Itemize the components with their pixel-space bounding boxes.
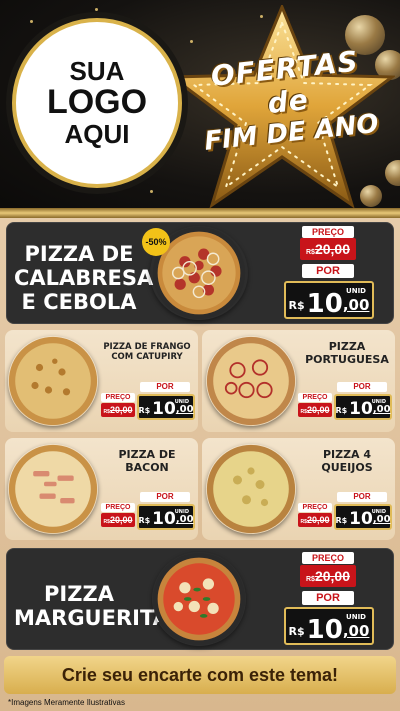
old-price: R$20,00 bbox=[300, 238, 356, 260]
product-name-line: QUEIJOS bbox=[321, 461, 373, 475]
old-price-value: 20,00 bbox=[314, 241, 350, 257]
old-currency: R$ bbox=[306, 249, 315, 256]
new-price-label: POR bbox=[140, 382, 190, 392]
currency-symbol: R$ bbox=[138, 516, 151, 525]
unit-label: UNID bbox=[346, 287, 366, 295]
pizza-4-queijos-image bbox=[206, 444, 296, 534]
header-banner: SUA LOGO AQUI OFERTAS de FIM DE ANO bbox=[0, 0, 400, 215]
product-name-line: PIZZA bbox=[328, 340, 366, 353]
old-price-value: 20,00 bbox=[314, 568, 350, 584]
old-price-label: PREÇO bbox=[101, 503, 135, 512]
product-name-line: PIZZA DE bbox=[24, 242, 134, 266]
price-decimal: ,00 bbox=[372, 514, 391, 525]
pizza-frango-image bbox=[8, 336, 98, 426]
unit-label: UNID bbox=[174, 509, 189, 515]
price-decimal: ,00 bbox=[175, 404, 194, 415]
product-name-line: CALABRESA bbox=[14, 266, 154, 291]
price-decimal: ,00 bbox=[372, 404, 391, 415]
currency-symbol: R$ bbox=[288, 625, 305, 638]
old-price: R$20,00 bbox=[298, 513, 332, 527]
product-name-line: PIZZA 4 bbox=[322, 448, 372, 461]
new-price: UNID R$ 10,00 bbox=[284, 281, 374, 319]
price-integer: 10 bbox=[349, 509, 373, 529]
product-name-line: PIZZA DE bbox=[118, 448, 176, 461]
old-price-value: 20,00 bbox=[109, 515, 133, 525]
pizza-bacon-image bbox=[8, 444, 98, 534]
product-name-line: BACON bbox=[125, 461, 169, 475]
currency-symbol: R$ bbox=[335, 516, 348, 525]
logo-placeholder: SUA LOGO AQUI bbox=[12, 18, 182, 188]
featured-bottom-name: PIZZA MARGUERITA bbox=[14, 582, 169, 630]
new-price: UNID R$ 10,00 bbox=[334, 394, 392, 420]
currency-symbol: R$ bbox=[288, 299, 305, 312]
old-price-value: 20,00 bbox=[306, 515, 330, 525]
logo-text-line1: SUA bbox=[69, 55, 125, 86]
new-price-label: POR bbox=[302, 591, 354, 605]
unit-label: UNID bbox=[174, 399, 189, 405]
new-price-label: POR bbox=[337, 492, 387, 502]
old-price: R$20,00 bbox=[101, 513, 135, 527]
new-price: UNID R$ 10,00 bbox=[137, 504, 195, 530]
old-price: R$20,00 bbox=[298, 403, 332, 417]
sparkle bbox=[30, 20, 33, 23]
old-price: R$20,00 bbox=[300, 565, 356, 587]
product-name-line: PIZZA bbox=[44, 582, 114, 606]
currency-symbol: R$ bbox=[138, 406, 151, 415]
unit-label: UNID bbox=[371, 509, 386, 515]
disclaimer-text: *Imagens Meramente Ilustrativas bbox=[8, 698, 125, 707]
price-decimal: ,00 bbox=[175, 514, 194, 525]
banner-title: OFERTAS de FIM DE ANO bbox=[193, 43, 382, 157]
product-name-line: MARGUERITA bbox=[14, 606, 169, 631]
new-price: UNID R$ 10,00 bbox=[334, 504, 392, 530]
new-price-label: POR bbox=[302, 264, 354, 278]
new-price: UNID R$ 10,00 bbox=[284, 607, 374, 645]
discount-badge: -50% bbox=[142, 228, 170, 256]
pizza-portuguesa-image bbox=[206, 336, 296, 426]
product-name-line: PIZZA DE FRANGO bbox=[103, 342, 191, 352]
price-integer: 10 bbox=[306, 615, 343, 645]
sparkle bbox=[150, 190, 153, 193]
product-name: PIZZA DE BACON bbox=[100, 448, 194, 474]
price-integer: 10 bbox=[349, 399, 373, 419]
price-integer: 10 bbox=[152, 509, 176, 529]
old-price-label: PREÇO bbox=[101, 393, 135, 402]
price-decimal: ,00 bbox=[342, 622, 370, 640]
product-name: PIZZA PORTUGUESA bbox=[300, 340, 394, 366]
new-price-label: POR bbox=[337, 382, 387, 392]
old-price-label: PREÇO bbox=[302, 226, 354, 238]
currency-symbol: R$ bbox=[335, 406, 348, 415]
sparkle bbox=[95, 8, 98, 11]
product-name: PIZZA DE FRANGO COM CATUPIRY bbox=[100, 342, 194, 362]
product-name-line: PORTUGUESA bbox=[305, 353, 389, 367]
logo-text-line3: AQUI bbox=[64, 118, 130, 149]
price-decimal: ,00 bbox=[342, 296, 370, 314]
price-integer: 10 bbox=[306, 289, 343, 319]
header-divider bbox=[0, 208, 400, 218]
featured-top-name: PIZZA DE CALABRESA E CEBOLA bbox=[14, 242, 153, 315]
old-price-value: 20,00 bbox=[109, 405, 133, 415]
old-price: R$20,00 bbox=[101, 403, 135, 417]
cta-text: Crie seu encarte com este tema! bbox=[61, 664, 339, 685]
old-price-label: PREÇO bbox=[298, 393, 332, 402]
old-price-label: PREÇO bbox=[298, 503, 332, 512]
pizza-marguerita-image bbox=[152, 552, 246, 646]
old-currency: R$ bbox=[306, 576, 315, 583]
unit-label: UNID bbox=[346, 613, 366, 621]
price-integer: 10 bbox=[152, 399, 176, 419]
old-price-label: PREÇO bbox=[302, 552, 354, 564]
logo-text-line2: LOGO bbox=[46, 83, 148, 122]
unit-label: UNID bbox=[371, 399, 386, 405]
product-name-line: E CEBOLA bbox=[21, 290, 137, 315]
new-price: UNID R$ 10,00 bbox=[137, 394, 195, 420]
product-name-line: COM CATUPIRY bbox=[111, 352, 183, 363]
old-price-value: 20,00 bbox=[306, 405, 330, 415]
cta-banner[interactable]: Crie seu encarte com este tema! bbox=[4, 656, 396, 694]
product-name: PIZZA 4 QUEIJOS bbox=[300, 448, 394, 474]
new-price-label: POR bbox=[140, 492, 190, 502]
